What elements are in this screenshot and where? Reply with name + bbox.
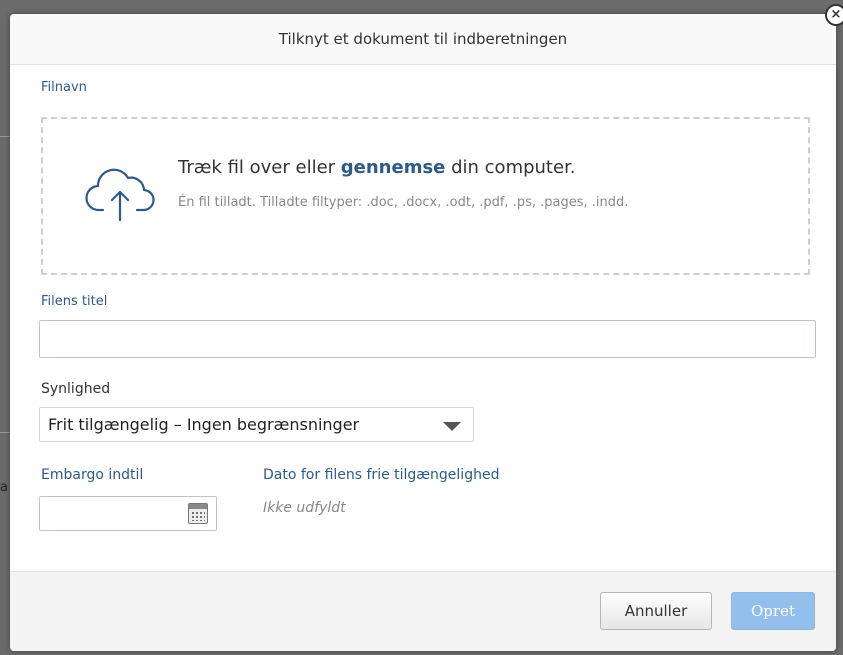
dropzone-text: din computer. [445, 157, 576, 178]
dropzone-text: Træk fil over eller [178, 157, 341, 178]
backdrop-text: a [0, 480, 8, 495]
embargo-label: Embargo indtil [41, 467, 144, 483]
cloud-upload-icon [85, 168, 155, 222]
close-icon[interactable]: × [825, 4, 843, 26]
cancel-button[interactable]: Annuller [600, 592, 712, 630]
visibility-label: Synlighed [41, 381, 111, 397]
browse-link[interactable]: gennemse [341, 157, 446, 178]
file-label: Filnavn [41, 80, 87, 95]
file-title-label: Filens titel [41, 294, 108, 309]
embargo-date-input[interactable] [39, 496, 217, 531]
upload-dialog: Tilknyt et dokument til indberetningen F… [10, 14, 836, 651]
availability-label: Dato for filens frie tilgængelighed [263, 467, 500, 483]
file-dropzone[interactable]: Træk fil over eller gennemse din compute… [41, 117, 810, 275]
visibility-selected-value: Frit tilgængelig – Ingen begrænsninger [48, 415, 360, 434]
dialog-footer: Annuller Opret [10, 571, 836, 651]
file-title-input[interactable] [39, 320, 816, 358]
dropzone-instruction: Træk fil over eller gennemse din compute… [178, 157, 576, 178]
visibility-select[interactable]: Frit tilgængelig – Ingen begrænsninger [39, 407, 474, 442]
dialog-header: Tilknyt et dokument til indberetningen [10, 14, 836, 65]
dialog-title: Tilknyt et dokument til indberetningen [278, 30, 568, 48]
availability-value: Ikke udfyldt [263, 500, 346, 516]
calendar-icon[interactable] [188, 503, 208, 524]
allowed-filetypes-hint: Én fil tilladt. Tilladte filtyper: .doc,… [178, 195, 629, 210]
create-button[interactable]: Opret [731, 592, 815, 630]
chevron-down-icon [443, 422, 461, 431]
